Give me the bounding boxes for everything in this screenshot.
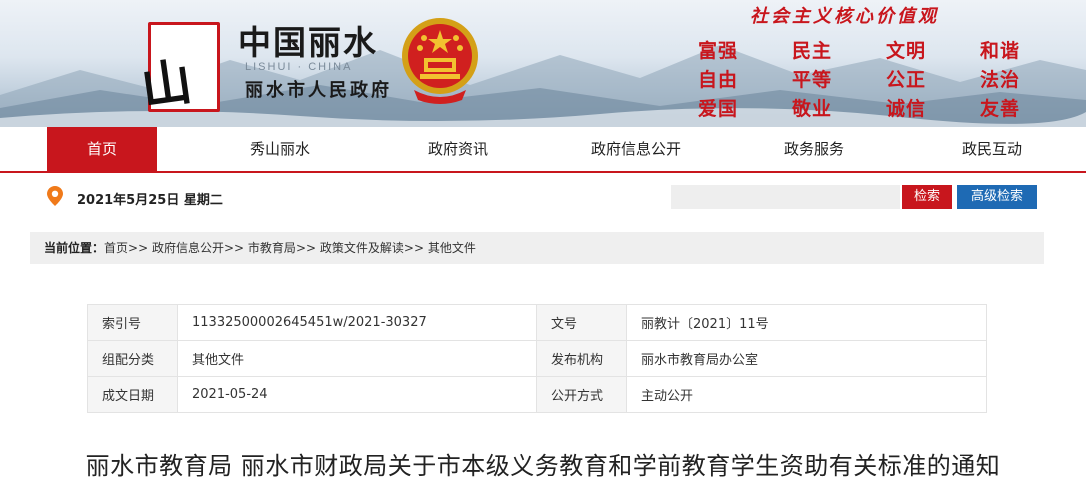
metadata-value: 11332500002645451w/2021-30327: [177, 304, 537, 341]
site-government-name: 丽水市人民政府: [245, 80, 392, 101]
city-logo[interactable]: 山: [138, 22, 220, 117]
search-button[interactable]: 检索: [902, 185, 952, 209]
nav-item-public-interaction[interactable]: 政民互动: [937, 127, 1047, 171]
value-item: 公正: [886, 69, 927, 91]
table-row: 组配分类 其他文件 发布机构 丽水市教育局办公室: [87, 340, 987, 377]
metadata-label: 文号: [536, 304, 627, 341]
site-banner: 山 中国丽水 LISHUI · CHINA 丽水市人民政府 社会主义核心价值观 …: [0, 0, 1086, 127]
metadata-value: 丽水市教育局办公室: [626, 340, 987, 377]
breadcrumb-link[interactable]: 政府信息公开: [152, 241, 224, 255]
advanced-search-button[interactable]: 高级检索: [957, 185, 1037, 209]
value-item: 诚信: [886, 98, 927, 120]
table-row: 索引号 11332500002645451w/2021-30327 文号 丽教计…: [87, 304, 987, 341]
nav-item-government-services[interactable]: 政务服务: [759, 127, 869, 171]
table-row: 成文日期 2021-05-24 公开方式 主动公开: [87, 376, 987, 413]
location-pin-icon: [47, 186, 63, 206]
breadcrumb-separator: >>: [223, 241, 245, 255]
search-input[interactable]: [671, 185, 900, 209]
value-item: 文明: [886, 40, 927, 62]
core-values-slogan: 社会主义核心价值观: [750, 6, 939, 27]
metadata-value: 主动公开: [626, 376, 987, 413]
breadcrumb-link[interactable]: 市教育局: [248, 241, 296, 255]
breadcrumb-prefix: 当前位置：: [44, 241, 105, 255]
value-item: 和谐: [980, 40, 1021, 62]
value-item: 民主: [792, 40, 833, 62]
site-name: 中国丽水: [238, 23, 378, 62]
breadcrumb-link[interactable]: 其他文件: [428, 241, 476, 255]
value-item: 敬业: [792, 98, 833, 120]
breadcrumb-separator: >>: [403, 241, 424, 255]
metadata-value: 其他文件: [177, 340, 537, 377]
logo-glyph: 山: [137, 52, 190, 117]
current-date: 2021年5月25日 星期二: [77, 193, 223, 208]
nav-item-information-disclosure[interactable]: 政府信息公开: [575, 127, 697, 171]
metadata-value: 丽教计〔2021〕11号: [626, 304, 987, 341]
document-metadata-table: 索引号 11332500002645451w/2021-30327 文号 丽教计…: [87, 304, 987, 413]
breadcrumb-link[interactable]: 政策文件及解读: [320, 241, 404, 255]
metadata-label: 索引号: [87, 304, 178, 341]
metadata-value: 2021-05-24: [177, 376, 537, 413]
breadcrumb: 当前位置：首页>> 政府信息公开>> 市教育局>> 政策文件及解读>> 其他文件: [30, 232, 1044, 264]
core-values-grid: 富强 民主 文明 和谐 自由 平等 公正 法治 爱国 敬业 诚信 友善: [680, 36, 1080, 122]
breadcrumb-separator: >>: [295, 241, 317, 255]
metadata-label: 成文日期: [87, 376, 178, 413]
value-item: 友善: [980, 98, 1021, 120]
value-item: 平等: [792, 69, 833, 91]
document-title: 丽水市教育局 丽水市财政局关于市本级义务教育和学前教育学生资助有关标准的通知: [85, 452, 1001, 480]
value-item: 法治: [980, 69, 1021, 91]
value-item: 自由: [698, 69, 739, 91]
breadcrumb-link[interactable]: 首页: [104, 241, 128, 255]
value-item: 富强: [698, 40, 739, 62]
nav-item-xiushan-lishui[interactable]: 秀山丽水: [225, 127, 335, 171]
nav-item-home[interactable]: 首页: [47, 127, 157, 171]
national-emblem-icon: [402, 18, 478, 104]
site-name-english: LISHUI · CHINA: [245, 61, 353, 73]
main-nav: 首页 秀山丽水 政府资讯 政府信息公开 政务服务 政民互动: [0, 127, 1086, 173]
nav-item-government-news[interactable]: 政府资讯: [403, 127, 513, 171]
breadcrumb-separator: >>: [128, 241, 149, 255]
metadata-label: 发布机构: [536, 340, 627, 377]
metadata-label: 公开方式: [536, 376, 627, 413]
metadata-label: 组配分类: [87, 340, 178, 377]
value-item: 爱国: [698, 98, 739, 120]
